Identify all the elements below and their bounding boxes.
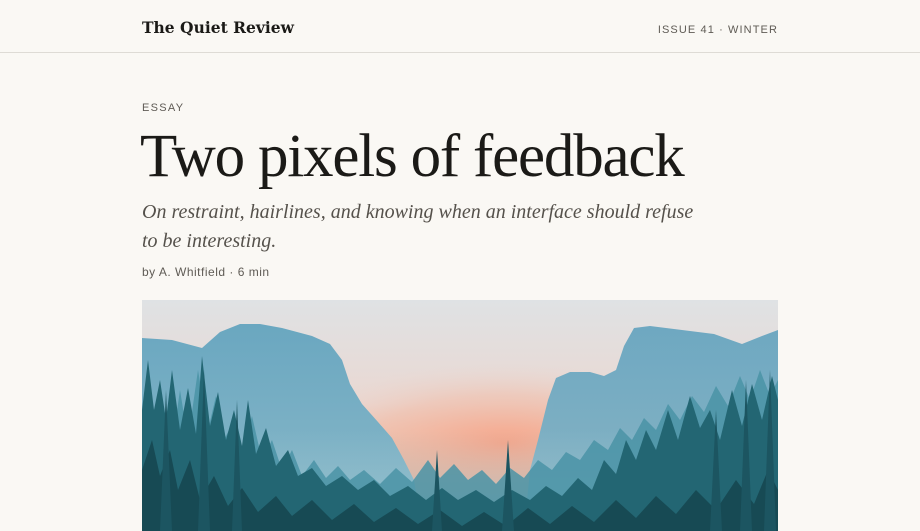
site-brand-link[interactable]: The Quiet Review [142, 18, 294, 37]
hero-image [142, 300, 778, 531]
article-title: Two pixels of feedback [140, 123, 685, 190]
article-byline: by A. Whitfield · 6 min [142, 265, 270, 279]
issue-label: ISSUE 41 · WINTER [657, 24, 778, 36]
article-kicker: ESSAY [142, 102, 185, 114]
article-dek: On restraint, hairlines, and knowing whe… [142, 201, 694, 252]
masthead: The Quiet Review ISSUE 41 · WINTER [0, 0, 920, 53]
